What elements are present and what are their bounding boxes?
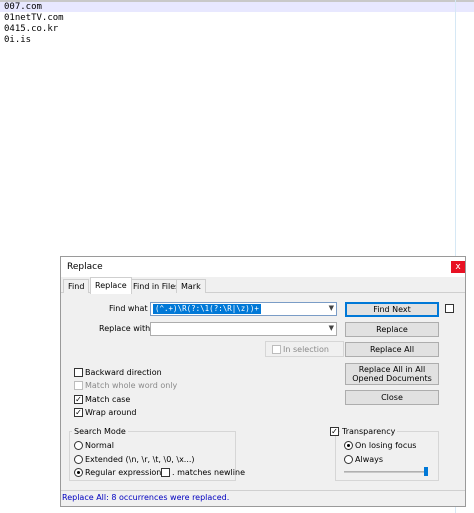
dialog-titlebar[interactable]: Replace x (61, 257, 465, 277)
editor-line[interactable]: 0415.co.kr (4, 24, 64, 35)
match-case-label: Match case (85, 395, 131, 404)
current-line-highlight (0, 2, 474, 12)
find-what-value: (^.+)\R(?:\1(?:\R|\z))+ (153, 304, 261, 314)
match-case-checkbox[interactable]: ✓ (74, 395, 83, 404)
transparency-title: Transparency (340, 427, 398, 436)
dialog-pin-checkbox[interactable] (445, 304, 454, 313)
regex-label: Regular expression (85, 468, 162, 477)
editor-lines[interactable]: 007.com 01netTV.com 0415.co.kr 0i.is (4, 2, 64, 46)
find-next-button[interactable]: Find Next (345, 302, 439, 317)
close-icon[interactable]: x (451, 261, 465, 273)
transparency-slider-thumb[interactable] (424, 467, 428, 476)
replace-with-input[interactable]: ▼ (150, 322, 337, 336)
match-whole-word-checkbox[interactable] (74, 381, 83, 390)
editor-line[interactable]: 01netTV.com (4, 13, 64, 24)
normal-label: Normal (85, 441, 114, 450)
search-mode-title: Search Mode (72, 427, 128, 436)
extended-label: Extended (\n, \r, \t, \0, \x...) (85, 455, 195, 464)
transparency-checkbox[interactable]: ✓ (330, 427, 339, 436)
matches-newline-checkbox[interactable] (161, 468, 170, 477)
always-radio[interactable] (344, 455, 353, 464)
replace-all-button[interactable]: Replace All (345, 342, 439, 357)
backward-direction-checkbox[interactable] (74, 368, 83, 377)
on-losing-focus-radio[interactable] (344, 441, 353, 450)
matches-newline-label: . matches newline (172, 468, 245, 477)
tab-replace[interactable]: Replace (90, 277, 132, 294)
in-selection-label: In selection (283, 345, 329, 354)
wrap-around-label: Wrap around (85, 408, 137, 417)
regex-radio[interactable] (74, 468, 83, 477)
close-button[interactable]: Close (345, 390, 439, 405)
status-divider (61, 490, 465, 491)
replace-with-label: Replace with : (99, 324, 156, 333)
chevron-down-icon[interactable]: ▼ (329, 324, 334, 332)
transparency-slider-track[interactable] (344, 471, 428, 473)
status-message: Replace All: 8 occurrences were replaced… (62, 493, 230, 502)
extended-radio[interactable] (74, 455, 83, 464)
normal-radio[interactable] (74, 441, 83, 450)
always-label: Always (355, 455, 384, 464)
tab-find[interactable]: Find (63, 279, 90, 293)
find-what-input[interactable]: (^.+)\R(?:\1(?:\R|\z))+ ▼ (150, 302, 337, 316)
tab-mark[interactable]: Mark (176, 279, 206, 293)
replace-button[interactable]: Replace (345, 322, 439, 337)
find-what-label: Find what : (109, 304, 153, 313)
dialog-title: Replace (67, 262, 103, 272)
chevron-down-icon[interactable]: ▼ (329, 304, 334, 312)
replace-dialog: Replace x Find Replace Find in Files Mar… (60, 256, 466, 507)
backward-direction-label: Backward direction (85, 368, 162, 377)
wrap-around-checkbox[interactable]: ✓ (74, 408, 83, 417)
replace-all-opened-button[interactable]: Replace All in All Opened Documents (345, 363, 439, 385)
match-whole-word-label: Match whole word only (85, 381, 178, 390)
editor-line[interactable]: 007.com (4, 2, 64, 13)
in-selection-checkbox[interactable] (272, 345, 281, 354)
on-losing-focus-label: On losing focus (355, 441, 417, 450)
editor-line[interactable]: 0i.is (4, 35, 64, 46)
